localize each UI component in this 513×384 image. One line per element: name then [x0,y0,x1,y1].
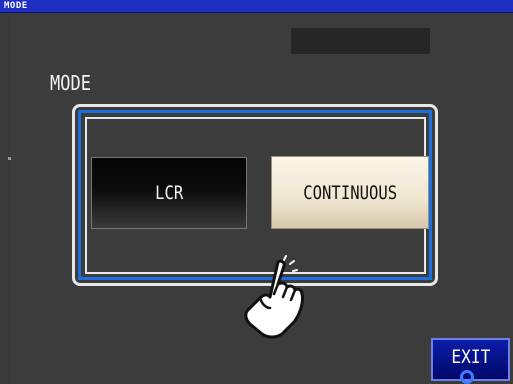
edge-marker [8,157,11,160]
continuous-mode-button[interactable]: CONTINUOUS [271,156,429,229]
continuous-mode-label: CONTINUOUS [303,181,397,204]
status-display [291,28,430,54]
window-title: MODE [4,1,28,11]
touch-motion-marks [283,255,298,272]
lcr-mode-button[interactable]: LCR [91,157,247,229]
touch-point-icon [460,370,474,384]
title-bar: MODE [0,0,513,13]
lcr-mode-label: LCR [154,182,184,204]
mode-heading: MODE [50,71,91,95]
exit-button-label: EXIT [451,345,490,368]
pointing-hand-icon [244,255,304,339]
